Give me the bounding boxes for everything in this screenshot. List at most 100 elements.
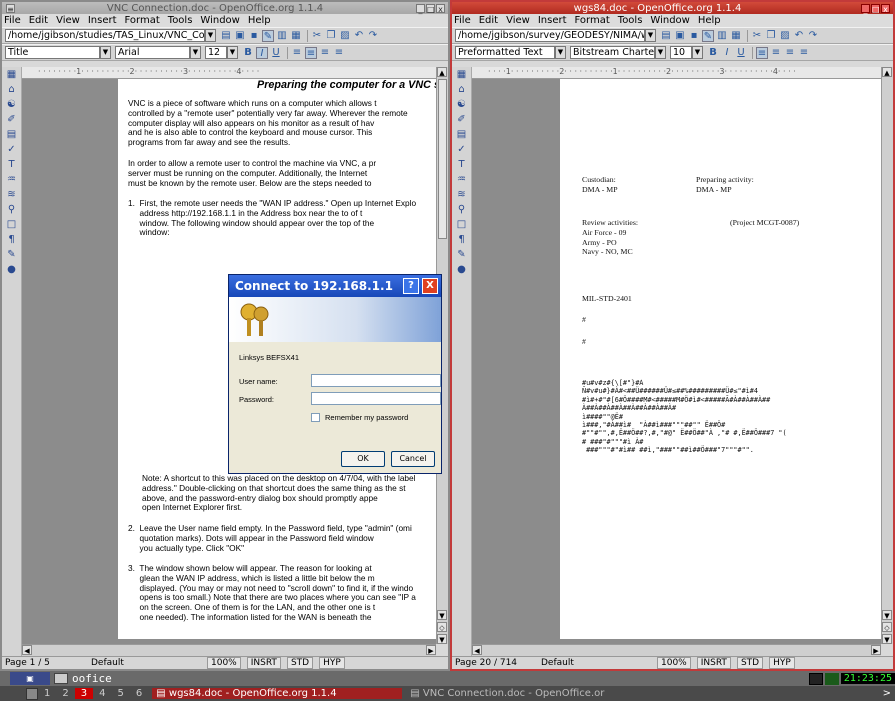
menu-insert[interactable]: Insert [88,15,117,26]
cut-icon[interactable]: ✂ [751,30,763,42]
copy-icon[interactable]: ❐ [325,30,337,42]
spellcheck-icon[interactable]: ✓ [455,144,468,157]
launcher-command[interactable]: oofice [72,672,112,685]
right-horizontal-scrollbar[interactable]: ◀ ▶ [472,644,881,656]
hyperlink-mode[interactable]: HYP [769,657,795,669]
paragraph-style-select[interactable]: Preformatted Text [455,46,555,59]
align-center-icon[interactable]: ≡ [305,46,317,59]
edit-file-icon[interactable]: ▤ [220,30,232,42]
workspace-2[interactable]: 2 [56,688,74,699]
menu-view[interactable]: View [56,15,80,26]
menu-help[interactable]: Help [248,15,271,26]
paste-icon[interactable]: ▨ [339,30,351,42]
menu-tools[interactable]: Tools [168,15,193,26]
scroll-left-icon[interactable]: ◀ [472,645,482,655]
window-menu-icon[interactable]: ≡ [6,3,15,14]
cut-icon[interactable]: ✂ [311,30,323,42]
italic-button[interactable]: I [256,46,268,59]
minimize-icon[interactable]: _ [861,3,870,14]
menu-edit[interactable]: Edit [29,15,48,26]
undo-icon[interactable]: ↶ [793,30,805,42]
spellcheck-auto-icon[interactable]: ≋ [5,189,18,202]
font-name-select[interactable]: Bitstream Charte [570,46,655,59]
menu-window[interactable]: Window [650,15,689,26]
find-icon[interactable]: ⚲ [5,204,18,217]
insert-mode[interactable]: INSRT [246,657,281,669]
style-dropdown-icon[interactable]: ▼ [555,46,566,59]
previous-page-icon[interactable]: ◇ [882,622,892,632]
path-dropdown-icon[interactable]: ▼ [645,29,656,42]
maximize-icon[interactable]: □ [426,3,435,14]
menu-help[interactable]: Help [698,15,721,26]
left-titlebar[interactable]: ≡ VNC Connection.doc - OpenOffice.org 1.… [2,2,448,14]
font-size-select[interactable]: 12 [205,46,227,59]
workspace-3[interactable]: 3 [74,688,94,699]
record-icon[interactable]: ● [5,264,18,277]
task-vnc[interactable]: ▤ VNC Connection.doc - OpenOffice.or [406,688,611,699]
left-horizontal-scrollbar[interactable]: ◀ ▶ [22,644,436,656]
redo-icon[interactable]: ↷ [367,30,379,42]
text-icon[interactable]: T [455,159,468,172]
datasource-icon[interactable]: ✎ [455,249,468,262]
save-icon[interactable]: ▪ [248,30,260,42]
scroll-left-icon[interactable]: ◀ [22,645,32,655]
zoom-level[interactable]: 100% [207,657,241,669]
navigator-icon[interactable]: □ [5,219,18,232]
font-name-select[interactable]: Arial [115,46,190,59]
scroll-down-icon[interactable]: ▼ [882,610,892,620]
insert-object-icon[interactable]: ☯ [5,99,18,112]
minimize-icon[interactable]: _ [416,3,425,14]
menu-edit[interactable]: Edit [479,15,498,26]
edit-file-icon[interactable]: ▤ [660,30,672,42]
export-pdf-icon[interactable]: ▥ [276,30,288,42]
path-field[interactable]: /home/jgibson/studies/TAS_Linux/VNC_Con [5,29,205,42]
workspace-1[interactable]: 1 [38,688,56,699]
autospell-icon[interactable]: ♒ [5,174,18,187]
align-right-icon[interactable]: ≡ [319,47,331,59]
bold-button[interactable]: B [707,47,719,59]
previous-page-icon[interactable]: ◇ [437,622,447,632]
next-page-icon[interactable]: ▼ [882,634,892,644]
font-dropdown-icon[interactable]: ▼ [190,46,201,59]
open-icon[interactable]: ▣ [674,30,686,42]
workspace-5[interactable]: 5 [112,688,130,699]
underline-button[interactable]: U [270,47,282,59]
menu-format[interactable]: Format [125,15,160,26]
size-dropdown-icon[interactable]: ▼ [692,46,703,59]
workspace-4[interactable]: 4 [93,688,111,699]
navigator-icon[interactable]: □ [455,219,468,232]
edit-mode-icon[interactable]: ✎ [262,29,274,42]
menu-tools[interactable]: Tools [618,15,643,26]
insert-icon[interactable]: ▦ [5,69,18,82]
right-vertical-scrollbar[interactable]: ▲ ▼ ◇ ▼ [881,67,893,644]
right-document-area[interactable]: Custodian: DMA - MP Preparing activity: … [472,79,881,644]
menu-file[interactable]: File [454,15,471,26]
menu-format[interactable]: Format [575,15,610,26]
next-page-icon[interactable]: ▼ [437,634,447,644]
close-icon[interactable]: x [881,3,890,14]
undo-icon[interactable]: ↶ [353,30,365,42]
copy-icon[interactable]: ❐ [765,30,777,42]
font-dropdown-icon[interactable]: ▼ [655,46,666,59]
task-wgs84[interactable]: ▤ wgs84.doc - OpenOffice.org 1.1.4 [152,688,403,699]
scroll-thumb[interactable] [438,79,447,239]
datasource-icon[interactable]: ✎ [5,249,18,262]
print-icon[interactable]: ▦ [730,30,742,42]
underline-button[interactable]: U [735,47,747,59]
align-right-icon[interactable]: ≡ [784,47,796,59]
show-desktop-icon[interactable] [26,687,38,700]
align-left-icon[interactable]: ≡ [291,47,303,59]
scroll-right-icon[interactable]: ▶ [426,645,436,655]
menu-view[interactable]: View [506,15,530,26]
paragraph-style-select[interactable]: Title [5,46,100,59]
page-style[interactable]: Default [91,658,201,668]
spellcheck-icon[interactable]: ✓ [5,144,18,157]
page-style[interactable]: Default [541,658,651,668]
save-icon[interactable]: ▪ [688,30,700,42]
text-icon[interactable]: T [5,159,18,172]
path-field[interactable]: /home/jgibson/survey/GEODESY/NIMA/wgs8 [455,29,645,42]
size-dropdown-icon[interactable]: ▼ [227,46,238,59]
right-titlebar[interactable]: wgs84.doc - OpenOffice.org 1.1.4 _ □ x [452,2,893,14]
justify-icon[interactable]: ≡ [333,47,345,59]
record-icon[interactable]: ● [455,264,468,277]
